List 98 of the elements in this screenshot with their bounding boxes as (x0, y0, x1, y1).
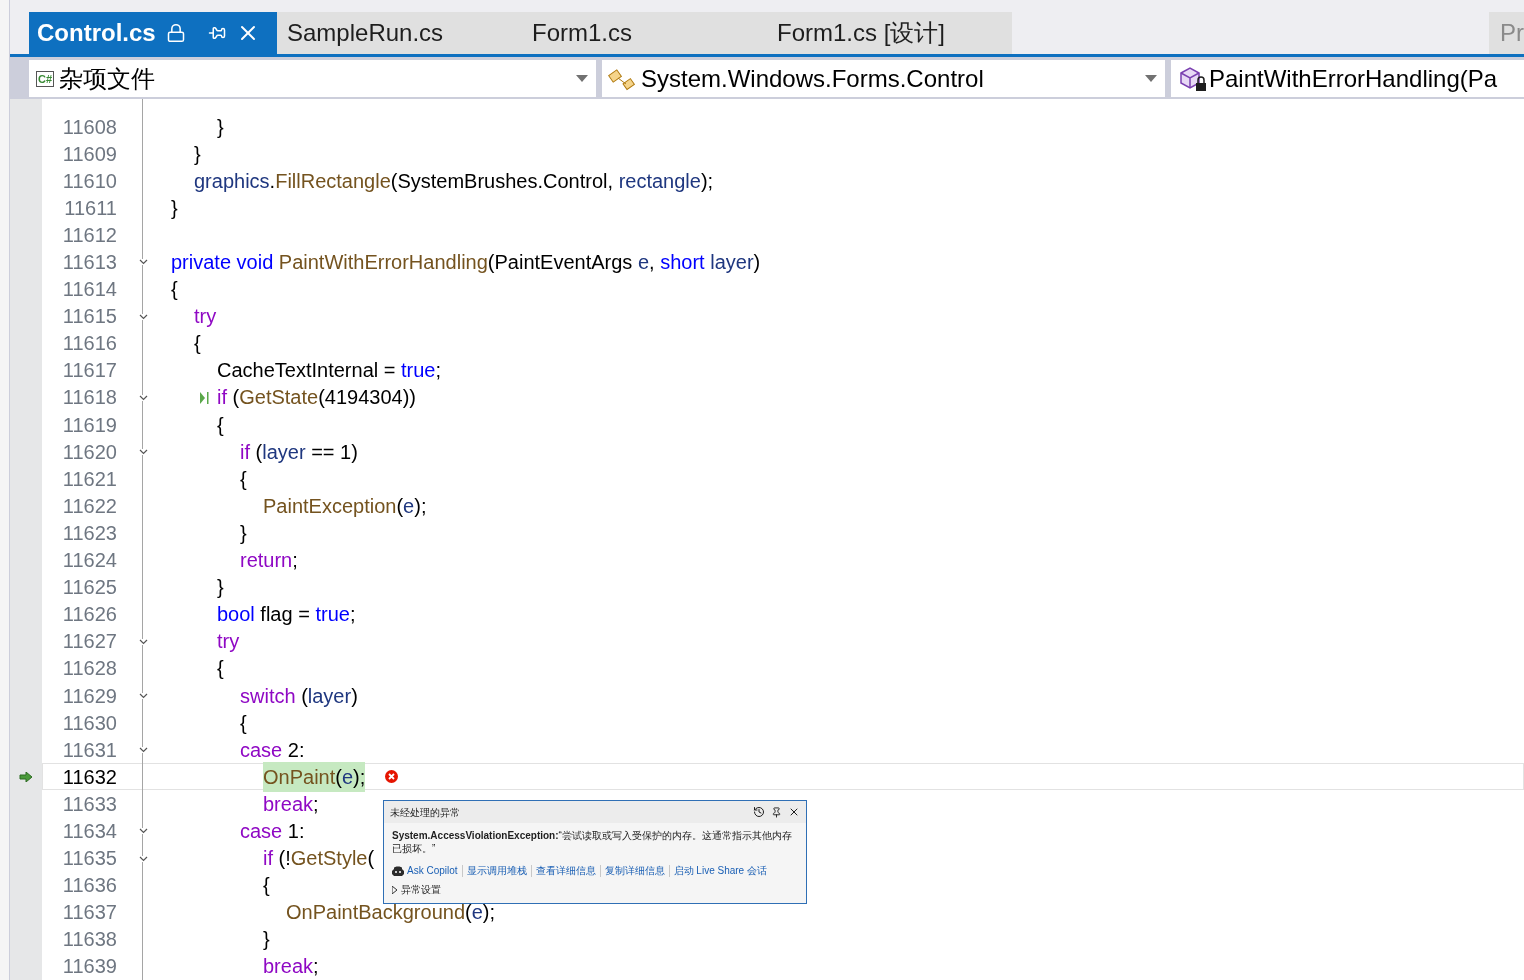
code-line: PaintException(e); (263, 493, 427, 519)
exception-settings-toggle[interactable]: 异常设置 (384, 878, 449, 903)
dropdown-caret-icon (576, 75, 588, 83)
fold-chevron-icon[interactable] (139, 313, 148, 320)
code-line: } (217, 575, 224, 601)
line-number: 11610 (61, 168, 117, 194)
line-number: 11620 (61, 439, 117, 465)
expand-triangle-icon (392, 885, 398, 894)
code-line: private void PaintWithErrorHandling(PaintEventArgs e, short layer) (171, 250, 761, 275)
close-icon[interactable] (788, 806, 800, 818)
line-number: 11632 (61, 764, 117, 790)
line-number: 11628 (61, 656, 117, 682)
copilot-icon (392, 865, 404, 876)
code-line: break; (263, 791, 319, 817)
fold-chevron-icon[interactable] (139, 449, 148, 456)
code-line: { (240, 466, 247, 492)
line-number: 11629 (61, 683, 117, 709)
line-number: 11617 (61, 358, 117, 384)
code-line: { (217, 656, 224, 682)
line-number: 11630 (61, 710, 117, 736)
line-number: 11623 (61, 520, 117, 546)
line-number: 11639 (61, 954, 117, 980)
current-statement-arrow-icon (19, 771, 33, 782)
line-number: 11614 (61, 277, 117, 303)
code-line: try (217, 629, 240, 655)
action-link[interactable]: 复制详细信息 (604, 863, 665, 878)
dropdown-caret-icon (1145, 75, 1157, 83)
code-line: if (GetState(4194304)) (217, 385, 416, 411)
code-line: switch (layer) (240, 683, 358, 709)
line-number: 11619 (61, 412, 117, 438)
project-dropdown[interactable]: C# 杂项文件 (29, 60, 596, 97)
line-number: 11631 (61, 737, 117, 763)
code-line: } (171, 195, 178, 221)
editor-tab[interactable]: Control.cs (29, 12, 277, 55)
action-link[interactable]: Ask Copilot (407, 863, 458, 878)
code-line: if (!GetStyle( (263, 846, 375, 872)
type-dropdown[interactable]: System.Windows.Forms.Control (602, 60, 1165, 97)
code-line: { (240, 710, 247, 736)
line-number: 11618 (61, 385, 117, 411)
fold-chevron-icon[interactable] (139, 747, 148, 754)
line-number: 11627 (61, 629, 117, 655)
fold-chevron-icon[interactable] (139, 638, 148, 645)
fold-chevron-icon[interactable] (139, 394, 148, 401)
line-number: 11624 (61, 548, 117, 574)
line-number: 11621 (61, 466, 117, 492)
fold-chevron-icon[interactable] (139, 855, 148, 862)
line-number: 11611 (63, 195, 117, 221)
lock-icon (165, 23, 186, 44)
line-number: 11608 (61, 114, 117, 140)
line-number: 11615 (61, 304, 117, 330)
line-number: 11638 (61, 927, 117, 953)
line-number: 11613 (61, 250, 117, 275)
member-dropdown[interactable]: PaintWithErrorHandling(Pa (1171, 60, 1524, 97)
csharp-file-icon: C# (36, 70, 55, 87)
code-line: case 2: (240, 737, 305, 763)
code-line: CacheTextInternal = true; (217, 358, 442, 384)
code-line: if (layer == 1) (240, 439, 358, 465)
code-line: OnPaintBackground(e); (286, 900, 496, 926)
line-number: 11612 (61, 222, 117, 248)
fold-chevron-icon[interactable] (139, 828, 148, 835)
code-line: case 1: (240, 819, 305, 844)
code-line: } (194, 141, 201, 167)
code-line: return; (240, 548, 298, 574)
popup-title: 未经处理的异常 (390, 805, 460, 820)
editor-tab[interactable]: Form1.cs [设计] (767, 12, 1012, 55)
code-line: { (194, 331, 201, 357)
line-number: 11633 (61, 791, 117, 817)
line-number: 11634 (61, 819, 117, 844)
line-number: 11609 (61, 141, 117, 167)
code-line: { (171, 277, 178, 303)
line-number: 11625 (61, 575, 117, 601)
pin-icon[interactable] (771, 806, 782, 818)
code-line: graphics.FillRectangle(SystemBrushes.Control, rectangle); (194, 168, 714, 194)
exception-message: System.AccessViolationException:“尝试读取或写入受保护的内存。这通常指示其他内存已损坏。” (391, 829, 793, 855)
code-line: bool flag = true; (217, 602, 356, 628)
line-number: 11616 (61, 331, 117, 357)
code-line: break; (263, 954, 319, 980)
editor-tab[interactable]: SampleRun.cs (277, 12, 522, 55)
locked-method-icon (1177, 64, 1209, 93)
line-number: 11635 (61, 846, 117, 872)
fold-chevron-icon[interactable] (139, 692, 148, 699)
line-number: 11636 (61, 873, 117, 899)
line-number: 11622 (61, 493, 117, 519)
code-line: try (194, 304, 217, 330)
code-line: } (240, 520, 247, 546)
editor-tab[interactable]: Form1.cs (522, 12, 767, 55)
code-line: } (263, 927, 270, 953)
error-icon (385, 770, 399, 784)
line-number: 11637 (61, 900, 117, 926)
fold-chevron-icon[interactable] (139, 259, 148, 266)
action-link[interactable]: 启动 Live Share 会话 (673, 863, 767, 878)
code-line: { (217, 412, 224, 438)
line-number: 11626 (61, 602, 117, 628)
action-link[interactable]: 查看详细信息 (535, 863, 596, 878)
action-link[interactable]: 显示调用堆栈 (466, 863, 527, 878)
code-line: } (217, 114, 224, 140)
history-icon[interactable] (753, 806, 765, 818)
code-line: { (263, 873, 270, 899)
